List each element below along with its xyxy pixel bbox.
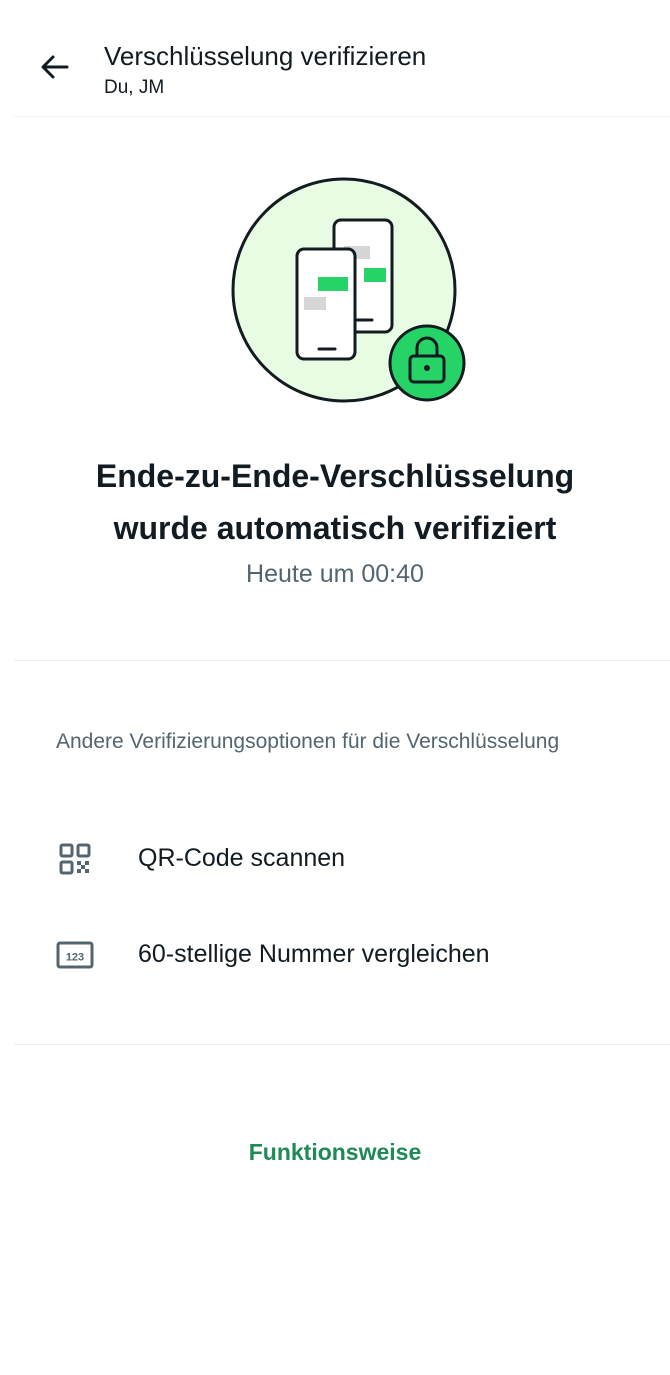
svg-text:123: 123 [66,952,84,964]
title-block: Verschlüsselung verifizieren Du, JM [104,40,426,100]
lock-icon [388,324,466,402]
headline-line-1: Ende-zu-Ende-Verschlüsselung [95,458,575,494]
how-it-works-link[interactable]: Funktionsweise [0,1134,670,1170]
verification-headline: Ende-zu-Ende-Verschlüsselung wurde autom… [0,450,670,554]
verification-timestamp: Heute um 00:40 [246,560,424,588]
headline-line-2: wurde automatisch verifiziert [113,510,557,546]
section-divider [14,660,670,661]
compare-number-option[interactable]: 123 60-stellige Nummer vergleichen [0,914,670,994]
back-button[interactable] [32,44,78,90]
option-label: 60-stellige Nummer vergleichen [138,940,490,968]
page-subtitle: Du, JM [104,77,165,98]
app-bar: Verschlüsselung verifizieren Du, JM [0,0,670,116]
option-label: QR-Code scannen [138,844,346,872]
header-divider [14,116,670,117]
phones-lock-illustration [228,176,472,408]
front-phone [295,247,357,361]
arrow-left-icon [41,55,69,79]
qr-code-icon [56,840,94,878]
number-123-icon: 123 [56,936,94,974]
page-title: Verschlüsselung verifizieren [104,41,427,71]
scan-qr-code-option[interactable]: QR-Code scannen [0,818,670,898]
options-section-title: Andere Verifizierungsoptionen für die Ve… [56,730,560,753]
footer-divider [14,1044,670,1045]
